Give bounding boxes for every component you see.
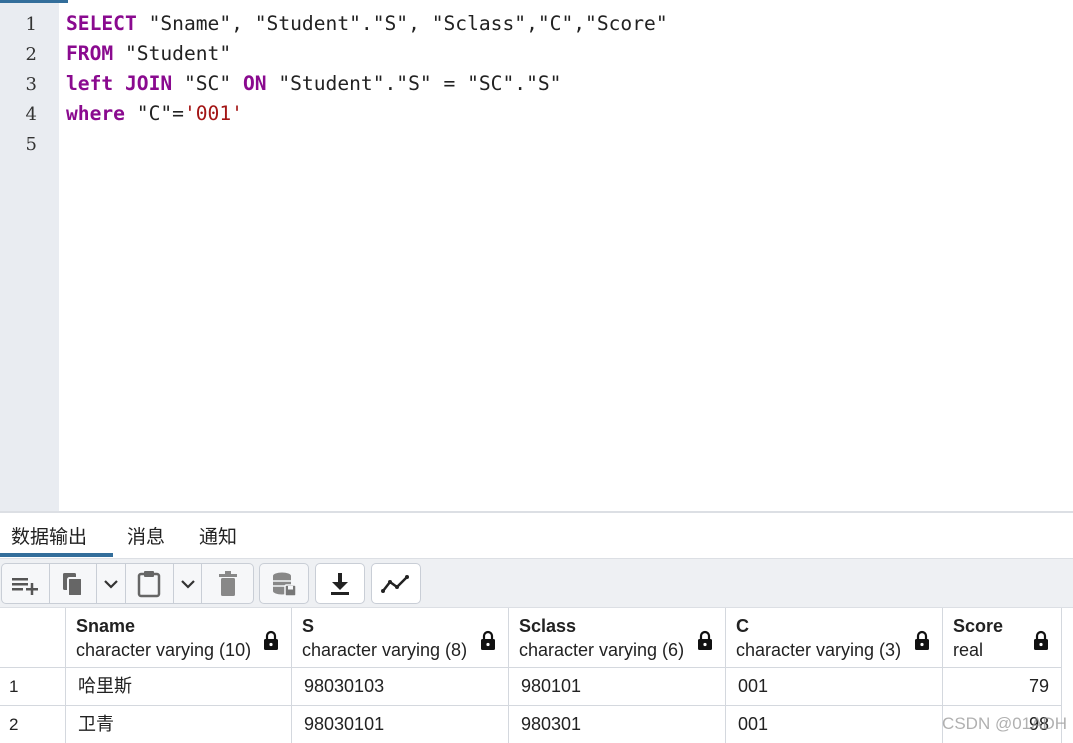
graph-icon <box>381 574 409 593</box>
lock-icon <box>915 630 929 650</box>
column-type: character varying (10) <box>76 640 252 660</box>
code-line[interactable]: SELECT "Sname", "Student"."S", "Sclass",… <box>66 12 668 35</box>
line-number: 3 <box>25 74 37 95</box>
lock-icon <box>264 630 278 650</box>
copy-options-dropdown[interactable] <box>97 564 127 603</box>
tab-messages[interactable]: 消息 <box>127 522 165 549</box>
table-cell-c[interactable]: 001 <box>726 668 943 706</box>
paste-button[interactable] <box>126 564 174 603</box>
download-group <box>315 563 365 604</box>
save-data-button[interactable] <box>260 564 308 603</box>
line-number: 2 <box>25 44 37 65</box>
sql-string: '001' <box>183 102 243 125</box>
table-cell-sname[interactable]: 卫青 <box>66 706 292 743</box>
table-cell-sclass[interactable]: 980101 <box>509 668 726 706</box>
save-data-group <box>259 563 309 604</box>
results-grid: Sname character varying (10) Scharacter va… <box>0 608 1073 743</box>
column-name: Sname <box>76 616 136 636</box>
sql-keyword: SELECT <box>66 12 137 35</box>
download-icon <box>331 572 349 595</box>
column-type: real <box>953 640 984 660</box>
sql-keyword: where <box>66 102 125 125</box>
sql-text: "C"= <box>124 102 184 125</box>
sql-text: "Student"."S" = "SC"."S" <box>266 72 562 95</box>
sql-keyword: FROM <box>66 42 114 65</box>
lock-icon <box>698 630 712 650</box>
column-name: Score <box>953 616 1004 636</box>
column-header-c[interactable]: Ccharacter varying (3) <box>726 608 943 668</box>
sql-keyword: ON <box>242 72 267 95</box>
sql-text: "Student" <box>113 42 232 65</box>
save-data-icon <box>273 572 297 597</box>
code-line[interactable]: left JOIN "SC" ON "Student"."S" = "SC"."… <box>66 72 561 95</box>
column-name: S <box>302 616 315 636</box>
lock-icon <box>1034 630 1048 650</box>
row-number[interactable]: 2 <box>0 706 66 743</box>
table-cell-score[interactable]: 79 <box>943 668 1062 706</box>
column-header-score[interactable]: Score real <box>943 608 1062 668</box>
line-number: 5 <box>25 134 37 155</box>
column-type: character varying (8) <box>302 640 468 660</box>
graph-group <box>371 563 421 604</box>
row-number-header <box>0 608 66 668</box>
output-tabs: 数据输出 消息 通知 <box>0 513 1073 558</box>
download-button[interactable] <box>316 564 364 603</box>
table-cell-c[interactable]: 001 <box>726 706 943 743</box>
line-number: 4 <box>25 104 37 125</box>
column-header-sname[interactable]: Sname character varying (10) <box>66 608 292 668</box>
add-row-icon <box>12 577 39 595</box>
column-header-sclass[interactable]: Sclass character varying (6) <box>509 608 726 668</box>
row-number[interactable]: 1 <box>0 668 66 706</box>
copy-button[interactable] <box>50 564 98 603</box>
tab-data-output[interactable]: 数据输出 <box>11 522 87 549</box>
editor-tab-indicator <box>0 0 68 3</box>
edit-button-group <box>1 563 254 604</box>
watermark: CSDN @01ADH <box>942 714 1067 733</box>
sql-editor[interactable]: 1 2 3 4 5 SELECT "Sname", "Student"."S", "Sc… <box>0 0 1073 511</box>
results-toolbar <box>0 558 1073 608</box>
sql-keyword: left JOIN <box>66 72 173 95</box>
sql-text: "Sname", "Student"."S", "Sclass","C","Sc… <box>136 12 668 35</box>
column-type: character varying (3) <box>736 640 902 660</box>
chevron-down-icon <box>180 579 195 589</box>
delete-icon <box>218 570 237 596</box>
table-cell-sclass[interactable]: 980301 <box>509 706 726 743</box>
code-line[interactable]: where "C"='001' <box>66 102 243 125</box>
table-cell-s[interactable]: 98030101 <box>292 706 509 743</box>
delete-button[interactable] <box>202 564 253 603</box>
column-type: character varying (6) <box>519 640 685 660</box>
chevron-down-icon <box>104 579 118 589</box>
table-cell-sname[interactable]: 哈里斯 <box>66 668 292 706</box>
column-name: Sclass <box>519 616 577 636</box>
code-line[interactable]: FROM "Student" <box>66 42 231 65</box>
active-tab-underline <box>0 553 113 557</box>
tab-notifications[interactable]: 通知 <box>199 522 237 549</box>
graph-visualiser-button[interactable] <box>372 564 420 603</box>
line-number: 1 <box>25 14 37 35</box>
paste-options-dropdown[interactable] <box>174 564 203 603</box>
table-cell-s[interactable]: 98030103 <box>292 668 509 706</box>
column-name: C <box>736 616 749 636</box>
sql-text: "SC" <box>172 72 243 95</box>
column-header-s[interactable]: Scharacter varying (8) <box>292 608 509 668</box>
add-row-button[interactable] <box>2 564 50 603</box>
lock-icon <box>481 630 495 650</box>
copy-icon <box>62 572 83 597</box>
paste-icon <box>138 570 161 597</box>
